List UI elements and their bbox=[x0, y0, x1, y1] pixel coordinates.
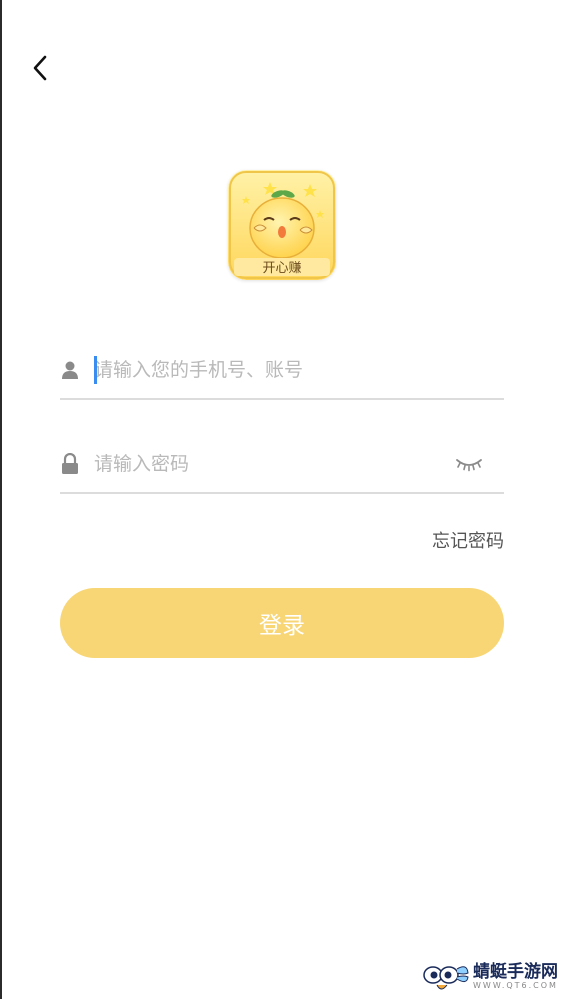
back-button[interactable] bbox=[22, 50, 58, 86]
lock-icon bbox=[60, 452, 80, 476]
user-icon bbox=[60, 358, 80, 382]
text-cursor bbox=[94, 356, 97, 384]
app-logo: 开心赚 bbox=[228, 170, 336, 280]
watermark-site-name: 蜻蜓手游网 bbox=[473, 962, 558, 982]
password-field-row bbox=[60, 436, 504, 494]
watermark-site-url: WWW.QT6.COM bbox=[473, 981, 558, 990]
eye-closed-icon[interactable] bbox=[454, 450, 484, 476]
dragonfly-logo-icon bbox=[423, 966, 469, 990]
window-left-edge bbox=[0, 0, 2, 999]
username-field-row bbox=[60, 342, 504, 400]
password-input[interactable] bbox=[94, 446, 504, 482]
login-button[interactable]: 登录 bbox=[60, 588, 504, 658]
chevron-left-icon bbox=[33, 55, 47, 81]
forgot-password-link[interactable]: 忘记密码 bbox=[432, 527, 504, 553]
username-input[interactable] bbox=[94, 352, 504, 388]
svg-text:开心赚: 开心赚 bbox=[262, 260, 301, 276]
site-watermark: 蜻蜓手游网 WWW.QT6.COM bbox=[423, 959, 558, 995]
